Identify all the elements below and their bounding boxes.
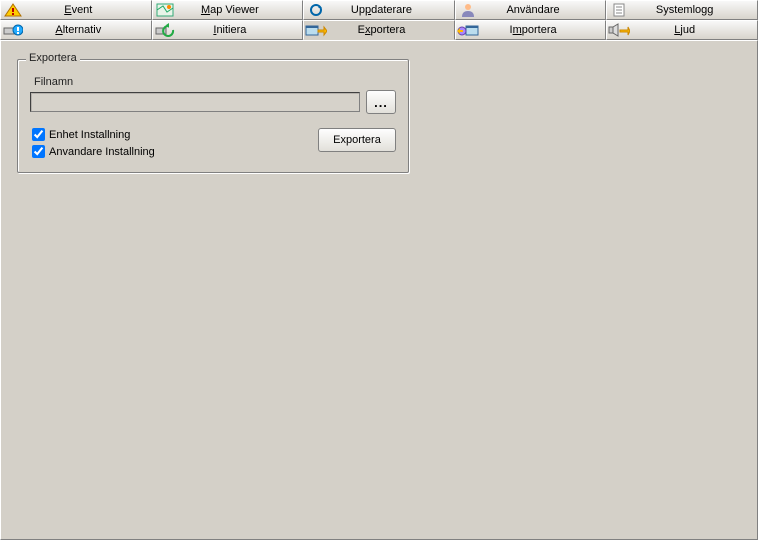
filename-row: ... <box>30 90 396 114</box>
tabs-row-1: Event Map Viewer Uppdaterare Användare S… <box>0 0 758 20</box>
browse-button[interactable]: ... <box>366 90 396 114</box>
tab-updater[interactable]: Uppdaterare <box>303 0 455 20</box>
refresh-icon <box>305 1 327 19</box>
user-icon <box>457 1 479 19</box>
tab-alternativ[interactable]: Alternativ <box>0 20 152 40</box>
sound-icon <box>608 21 630 39</box>
options-icon <box>2 21 24 39</box>
options-row: Enhet Installning Anvandare Installning … <box>30 126 396 158</box>
tab-systemlog[interactable]: Systemlogg <box>606 0 758 20</box>
checkbox-user-setting[interactable]: Anvandare Installning <box>32 145 155 158</box>
tab-label: Importera <box>479 24 606 36</box>
filename-label: Filnamn <box>34 76 396 88</box>
map-icon <box>154 1 176 19</box>
tab-label: Ljud <box>630 24 757 36</box>
tab-label: Systemlogg <box>630 4 757 16</box>
filename-input[interactable] <box>30 92 360 112</box>
checkbox-device-label: Enhet Installning <box>49 129 130 141</box>
tab-event[interactable]: Event <box>0 0 152 20</box>
export-icon <box>305 21 327 39</box>
export-groupbox: Exportera Filnamn ... Enhet Installning … <box>17 59 409 173</box>
tabs-row-2: Alternativ Initiera Exportera Importera … <box>0 20 758 40</box>
tab-importera[interactable]: Importera <box>455 20 607 40</box>
tab-label: Map Viewer <box>176 4 303 16</box>
checkbox-device-setting[interactable]: Enhet Installning <box>32 128 155 141</box>
checkbox-device-input[interactable] <box>32 128 45 141</box>
tab-label: Initiera <box>176 24 303 36</box>
export-button[interactable]: Exportera <box>318 128 396 152</box>
tab-label: Exportera <box>327 24 454 36</box>
groupbox-legend: Exportera <box>26 52 80 64</box>
tab-label: Alternativ <box>24 24 151 36</box>
tab-exportera[interactable]: Exportera <box>303 20 455 40</box>
checkbox-group: Enhet Installning Anvandare Installning <box>32 128 155 158</box>
content-area: Exportera Filnamn ... Enhet Installning … <box>0 40 758 540</box>
tab-label: Event <box>24 4 151 16</box>
import-icon <box>457 21 479 39</box>
tab-initiera[interactable]: Initiera <box>152 20 304 40</box>
checkbox-user-input[interactable] <box>32 145 45 158</box>
alert-icon <box>2 1 24 19</box>
tab-users[interactable]: Användare <box>455 0 607 20</box>
undo-icon <box>154 21 176 39</box>
tab-label: Uppdaterare <box>327 4 454 16</box>
tab-label: Användare <box>479 4 606 16</box>
tab-map-viewer[interactable]: Map Viewer <box>152 0 304 20</box>
tab-ljud[interactable]: Ljud <box>606 20 758 40</box>
document-icon <box>608 1 630 19</box>
checkbox-user-label: Anvandare Installning <box>49 146 155 158</box>
